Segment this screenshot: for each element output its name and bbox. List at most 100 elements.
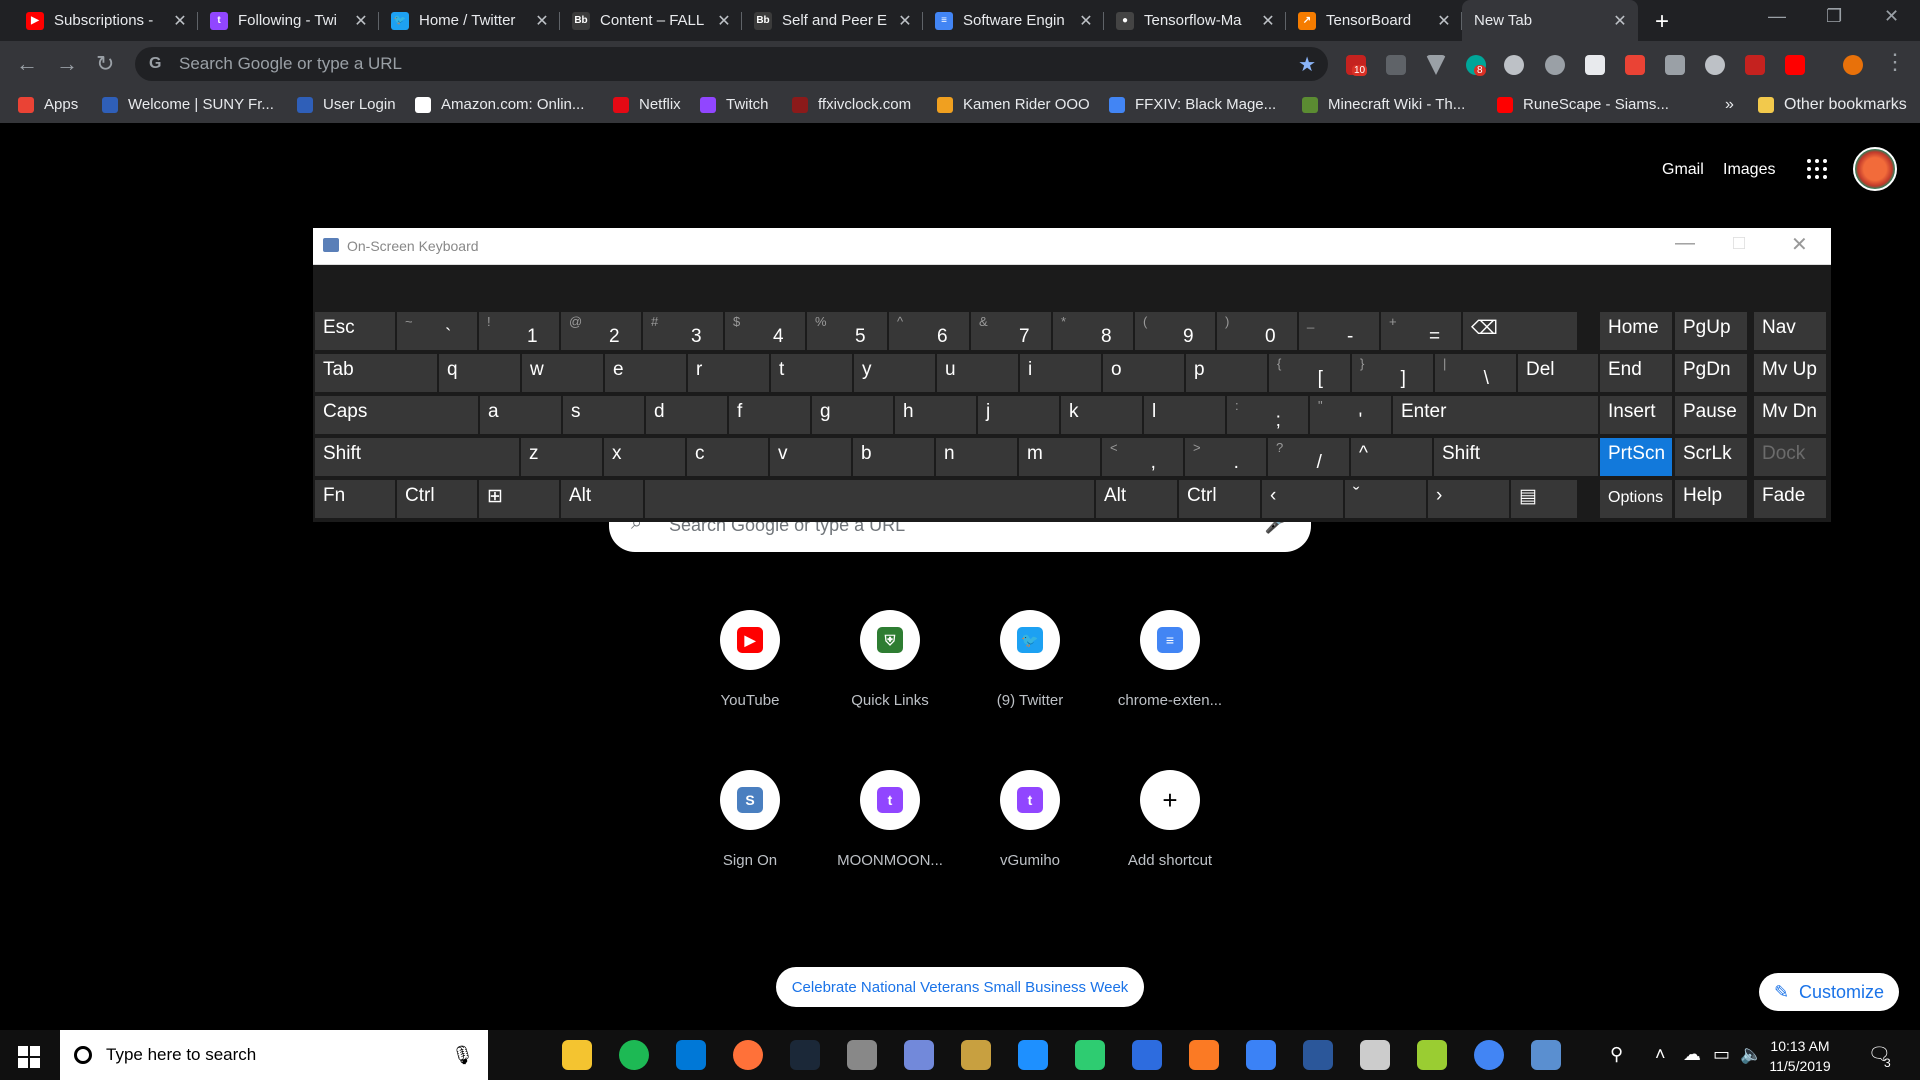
account-avatar[interactable] [1853,147,1897,191]
osk-nav-key[interactable]: Options [1600,480,1672,518]
osk-key[interactable]: ⊞ [479,480,559,518]
osk-key[interactable]: Del [1518,354,1598,392]
bookmark-star-icon[interactable]: ★ [1298,52,1316,77]
osk-key[interactable]: ! 1 [479,312,559,350]
osk-nav-key[interactable]: PrtScn [1600,438,1672,476]
minimize-button[interactable]: — [1768,6,1786,27]
app-icon[interactable] [1075,1040,1105,1070]
extension-icon[interactable] [1386,55,1406,75]
osk-nav-key[interactable]: ScrLk [1675,438,1747,476]
people-icon[interactable]: ⚲ [1610,1044,1623,1065]
osk-key[interactable]: Alt [561,480,643,518]
tab-8[interactable]: New Tab ✕ [1462,0,1638,41]
osk-close-button[interactable]: ✕ [1791,232,1808,257]
osk-key[interactable]: :; [1227,396,1308,434]
gmail-link[interactable]: Gmail [1662,161,1704,179]
cast-icon[interactable] [1665,55,1685,75]
lightbulb-icon[interactable] [1545,55,1565,75]
osk-key[interactable]: y [854,354,935,392]
xampp-icon[interactable] [1189,1040,1219,1070]
close-tab-icon[interactable]: ✕ [351,11,371,31]
paint-icon[interactable] [1360,1040,1390,1070]
osk-key[interactable]: Esc [315,312,395,350]
extension-icon[interactable] [1504,55,1524,75]
osk-key[interactable]: Ctrl [1179,480,1260,518]
extension-icon[interactable] [1745,55,1765,75]
close-tab-icon[interactable]: ✕ [532,11,552,31]
shortcut-tile[interactable]: ≡ chrome-exten... [1100,610,1240,709]
osk-key[interactable]: d [646,396,727,434]
osk-key[interactable]: }] [1352,354,1433,392]
osk-key[interactable]: Fn [315,480,395,518]
osk-nav-key[interactable]: Home [1600,312,1672,350]
vimium-icon[interactable] [1426,55,1446,75]
osk-key[interactable]: x [604,438,685,476]
shortcut-tile[interactable]: ▶ YouTube [680,610,820,709]
forward-icon[interactable]: → [56,51,78,77]
tab-0[interactable]: ▶ Subscriptions - ✕ [14,0,198,41]
bookmark-item[interactable]: FFXIV: Black Mage... [1109,96,1276,113]
osk-nav-key[interactable]: Fade [1754,480,1826,518]
osk-key[interactable]: p [1186,354,1267,392]
osk-nav-key[interactable]: Nav [1754,312,1826,350]
osk-key[interactable]: h [895,396,976,434]
bookmark-item[interactable]: Amazon.com: Onlin... [415,96,584,113]
osk-key[interactable]: › [1428,480,1509,518]
close-tab-icon[interactable]: ✕ [714,11,734,31]
osk-nav-key[interactable]: Help [1675,480,1747,518]
osk-key[interactable]: t [771,354,852,392]
tab-4[interactable]: Bb Self and Peer E ✕ [742,0,923,41]
discord-icon[interactable] [904,1040,934,1070]
bookmark-item[interactable]: Welcome | SUNY Fr... [102,96,274,113]
osk-key[interactable]: #3 [643,312,723,350]
osk-key[interactable]: (9 [1135,312,1215,350]
osk-nav-key[interactable]: Dock [1754,438,1826,476]
omnibox[interactable]: G Search Google or type a URL ★ [135,47,1328,81]
extension-icon[interactable] [1585,55,1605,75]
osk-key[interactable]: ? / [1268,438,1349,476]
osk-key[interactable]: @2 [561,312,641,350]
osk-key[interactable]: l [1144,396,1225,434]
bookmark-item[interactable]: ffxivclock.com [792,96,911,113]
osk-key[interactable]: w [522,354,603,392]
osk-key[interactable]: i [1020,354,1101,392]
app-icon[interactable] [1417,1040,1447,1070]
tab-3[interactable]: Bb Content – FALL ✕ [560,0,742,41]
profile-icon[interactable] [1843,55,1863,75]
new-tab-button[interactable]: + [1655,8,1669,36]
osk-key[interactable]: " ' [1310,396,1391,434]
bookmark-item[interactable]: Netflix [613,96,681,113]
osk-key[interactable]: ) 0 [1217,312,1297,350]
osk-key[interactable]: n [936,438,1017,476]
bookmark-item[interactable]: RuneScape - Siams... [1497,96,1669,113]
task-view-icon[interactable] [505,1040,535,1070]
steam-icon[interactable] [790,1040,820,1070]
osk-key[interactable]: % 5 [807,312,887,350]
visual-studio-icon[interactable] [1018,1040,1048,1070]
osk-key[interactable]: Alt [1096,480,1177,518]
bookmark-item[interactable]: Kamen Rider OOO [937,96,1090,113]
taskbar-search[interactable]: Type here to search 🎙 [60,1030,488,1080]
osk-key[interactable]: a [480,396,561,434]
onedrive-icon[interactable]: ☁ [1683,1044,1701,1065]
edge-icon[interactable] [676,1040,706,1070]
spotify-icon[interactable] [619,1040,649,1070]
osk-key[interactable]: b [853,438,934,476]
app-icon[interactable] [1132,1040,1162,1070]
close-tab-icon[interactable]: ✕ [1076,11,1096,31]
file-explorer-icon[interactable] [562,1040,592,1070]
osk-key[interactable]: | \ [1435,354,1516,392]
chevron-up-icon[interactable]: ˄ [1655,1044,1666,1065]
reload-icon[interactable]: ↻ [96,51,114,77]
customize-button[interactable]: ✎ Customize [1759,973,1899,1011]
gmail-extension-icon[interactable]: 10 [1346,55,1368,76]
tab-6[interactable]: ● Tensorflow-Ma ✕ [1104,0,1286,41]
osk-key[interactable]: ^ 6 [889,312,969,350]
osk-key[interactable]: v [770,438,851,476]
extension-icon[interactable] [1625,55,1645,75]
osk-key[interactable]: s [563,396,644,434]
close-tab-icon[interactable]: ✕ [895,11,915,31]
extension-icon[interactable]: 8 [1466,55,1486,76]
osk-key[interactable]: ⌫ [1463,312,1577,350]
osk-key[interactable]: k [1061,396,1142,434]
